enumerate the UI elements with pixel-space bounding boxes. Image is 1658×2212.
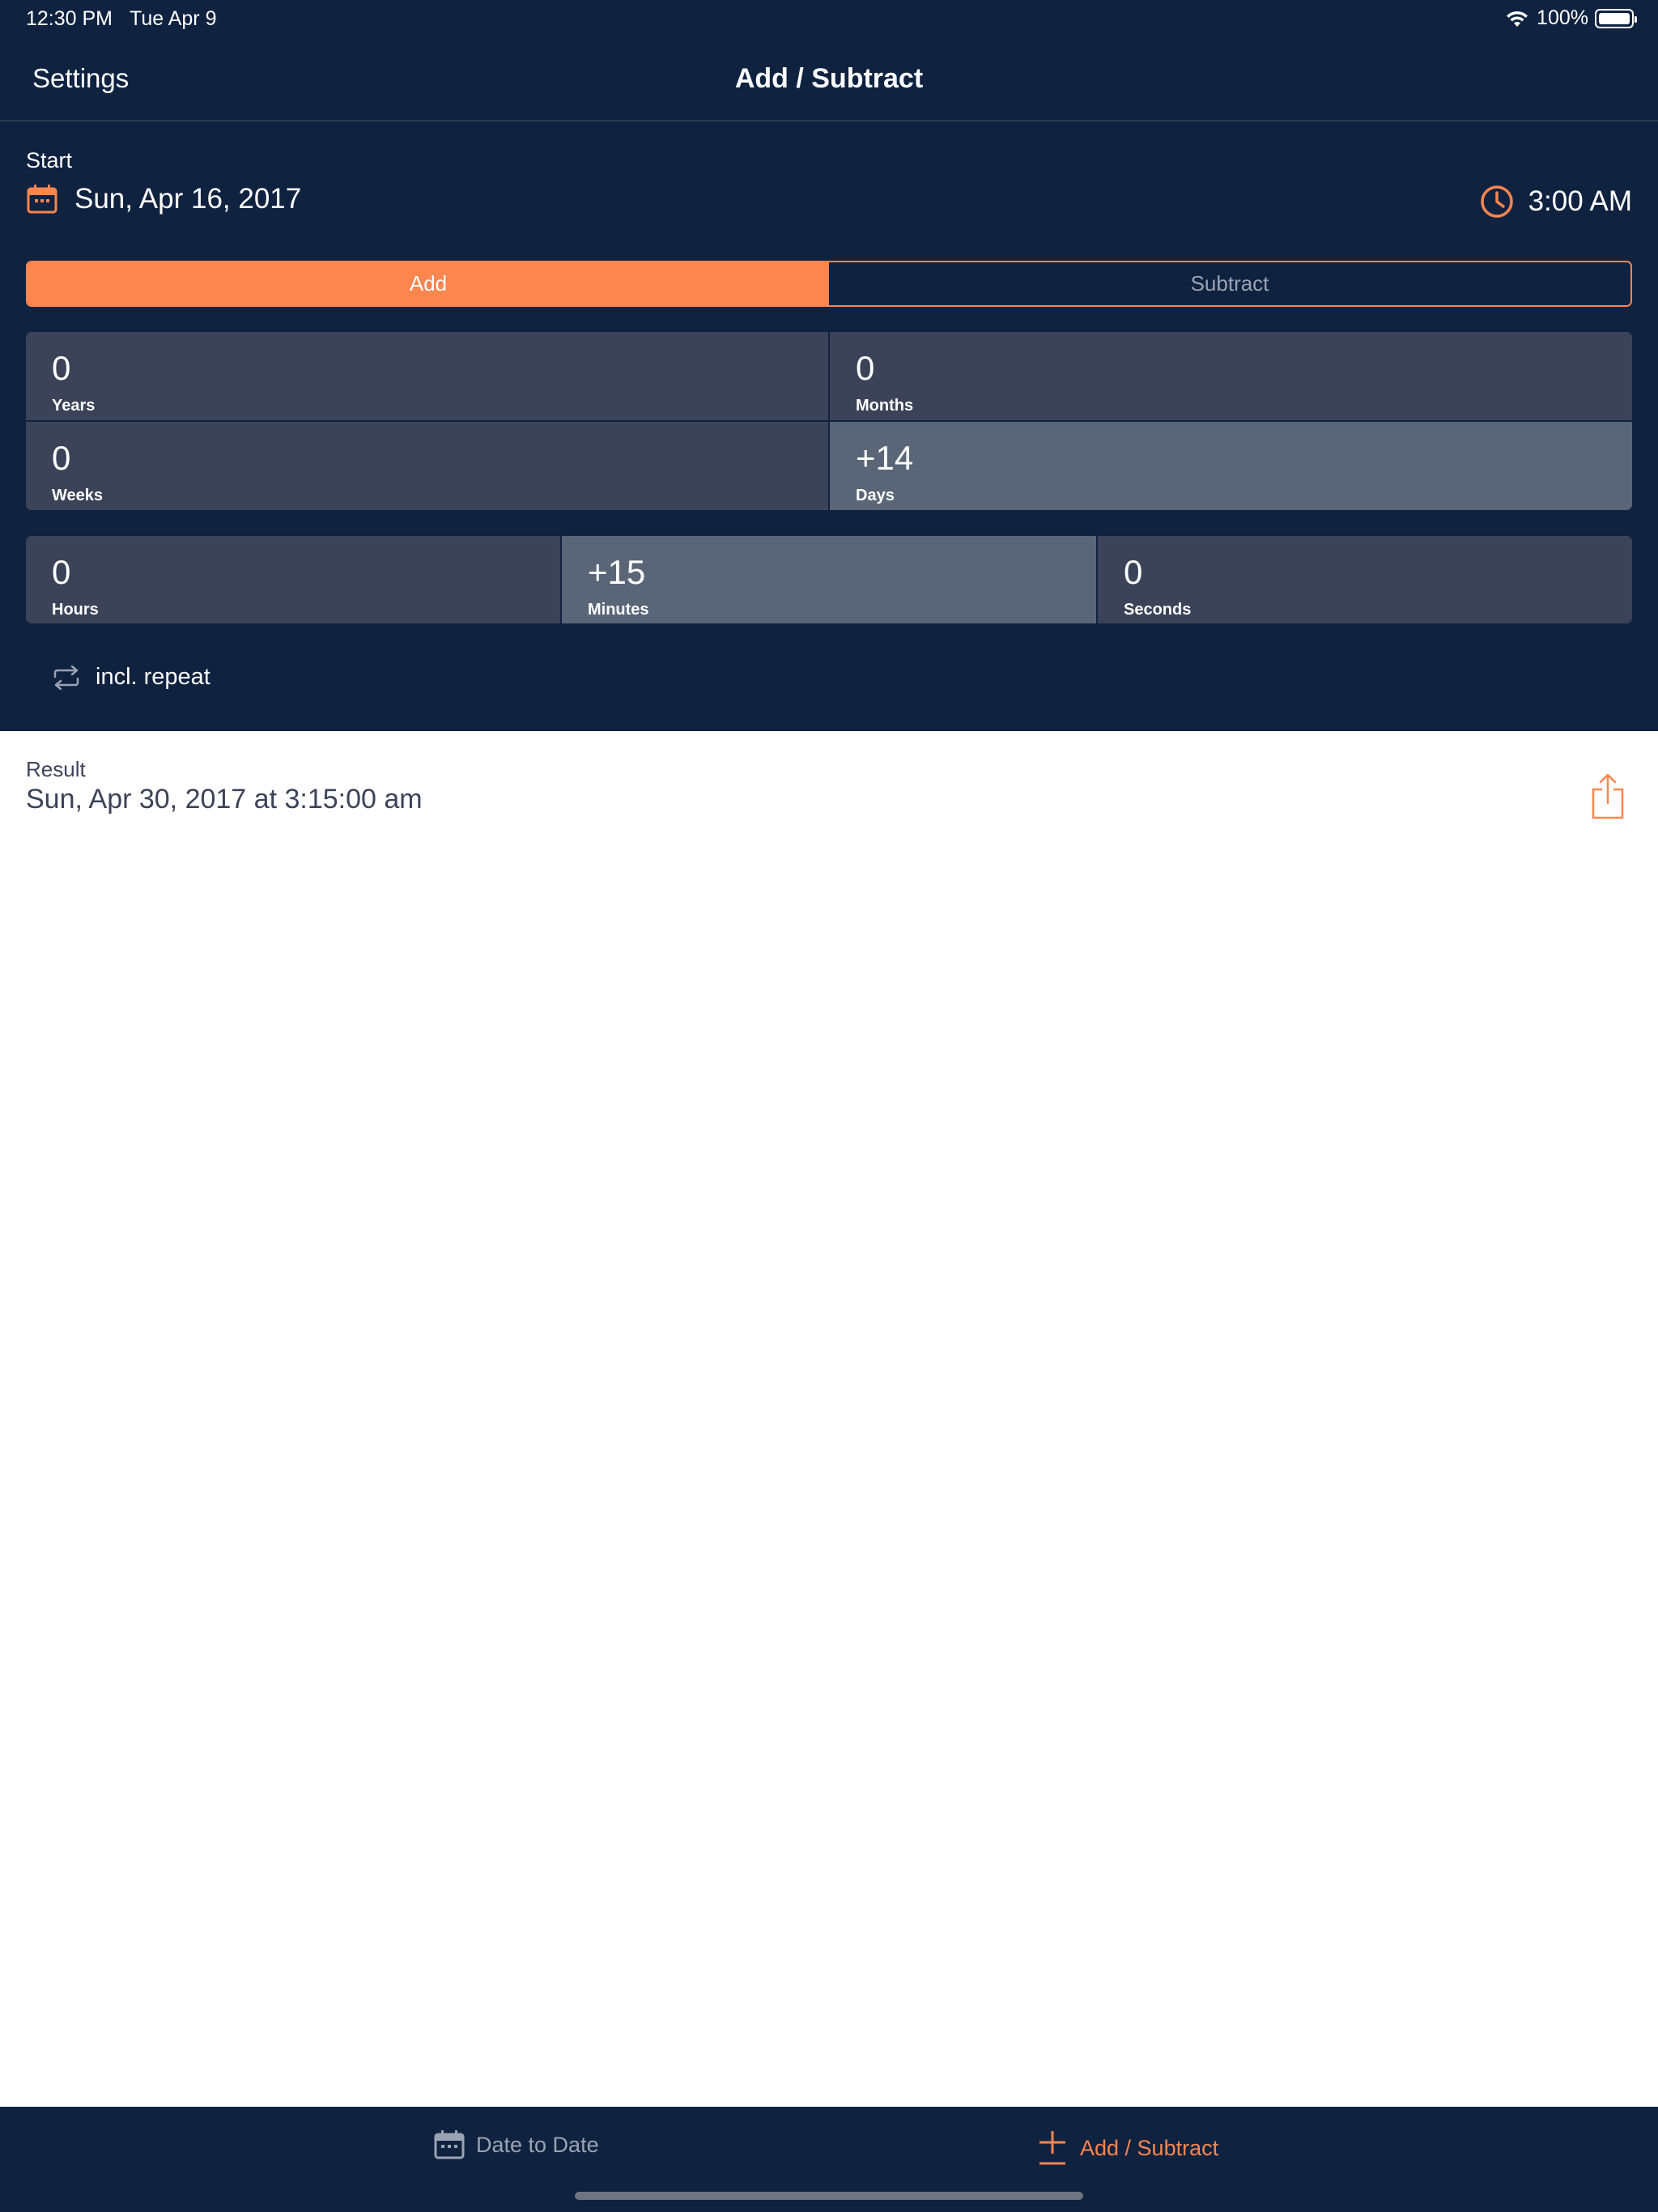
- start-date-picker[interactable]: Sun, Apr 16, 2017: [26, 183, 301, 215]
- result-label: Result: [26, 757, 86, 781]
- days-value: +14: [856, 439, 914, 477]
- time-units-grid: 0 Hours +15 Minutes 0 Seconds: [26, 536, 1632, 623]
- months-value: 0: [856, 349, 875, 387]
- page-title: Add / Subtract: [734, 63, 924, 94]
- home-indicator: [575, 2192, 1083, 2200]
- weeks-value: 0: [52, 439, 71, 477]
- weeks-label: Weeks: [52, 487, 104, 504]
- months-label: Months: [856, 397, 914, 415]
- subtract-segment[interactable]: Subtract: [829, 262, 1630, 305]
- minutes-cell[interactable]: +15 Minutes: [562, 536, 1096, 623]
- years-value: 0: [52, 349, 71, 387]
- start-label: Start: [26, 148, 73, 172]
- add-segment[interactable]: Add: [28, 262, 829, 305]
- seconds-label: Seconds: [1124, 601, 1192, 619]
- calendar-icon: [27, 185, 57, 214]
- start-date-value: Sun, Apr 16, 2017: [74, 183, 302, 215]
- hours-cell[interactable]: 0 Hours: [26, 536, 560, 623]
- minutes-label: Minutes: [588, 601, 649, 619]
- plus-minus-icon: [1039, 2131, 1065, 2165]
- tab-date-to-date[interactable]: Date to Date: [434, 2129, 599, 2160]
- tab-date-to-date-label: Date to Date: [476, 2132, 599, 2157]
- nav-divider: [0, 120, 1658, 121]
- tab-bar: Date to Date Add / Subtract: [0, 2107, 1658, 2212]
- hours-value: 0: [52, 553, 71, 591]
- clock-icon: [1480, 185, 1513, 218]
- share-icon: [1592, 773, 1624, 819]
- repeat-label: incl. repeat: [96, 664, 210, 690]
- calendar-icon: [434, 2130, 465, 2159]
- days-cell[interactable]: +14 Days: [830, 422, 1632, 510]
- repeat-icon: [53, 665, 79, 690]
- seconds-value: 0: [1124, 553, 1143, 591]
- seconds-cell[interactable]: 0 Seconds: [1098, 536, 1632, 623]
- years-label: Years: [52, 397, 96, 415]
- status-date: Tue Apr 9: [130, 7, 217, 30]
- weeks-cell[interactable]: 0 Weeks: [26, 422, 828, 510]
- share-button[interactable]: [1590, 773, 1626, 824]
- years-cell[interactable]: 0 Years: [26, 332, 828, 420]
- minutes-value: +15: [588, 553, 646, 591]
- status-time: 12:30 PM: [26, 7, 113, 30]
- start-time-value: 3:00 AM: [1528, 185, 1632, 217]
- months-cell[interactable]: 0 Months: [830, 332, 1632, 420]
- tab-add-subtract-label: Add / Subtract: [1080, 2135, 1219, 2160]
- date-units-grid: 0 Years 0 Months 0 Weeks +14 Days: [26, 332, 1632, 510]
- tab-add-subtract[interactable]: Add / Subtract: [1036, 2129, 1218, 2167]
- wifi-icon: [1507, 11, 1528, 27]
- repeat-toggle[interactable]: incl. repeat: [52, 664, 210, 691]
- status-bar: 12:30 PM Tue Apr 9 100%: [0, 0, 1658, 39]
- hours-label: Hours: [52, 601, 99, 619]
- start-time-picker[interactable]: 3:00 AM: [1480, 185, 1632, 219]
- battery-icon: [1595, 8, 1637, 28]
- result-value: Sun, Apr 30, 2017 at 3:15:00 am: [26, 784, 423, 815]
- battery-percent: 100%: [1537, 6, 1588, 29]
- days-label: Days: [856, 487, 895, 504]
- status-right: 100%: [1504, 6, 1637, 30]
- mode-segmented-control: Add Subtract: [26, 261, 1632, 307]
